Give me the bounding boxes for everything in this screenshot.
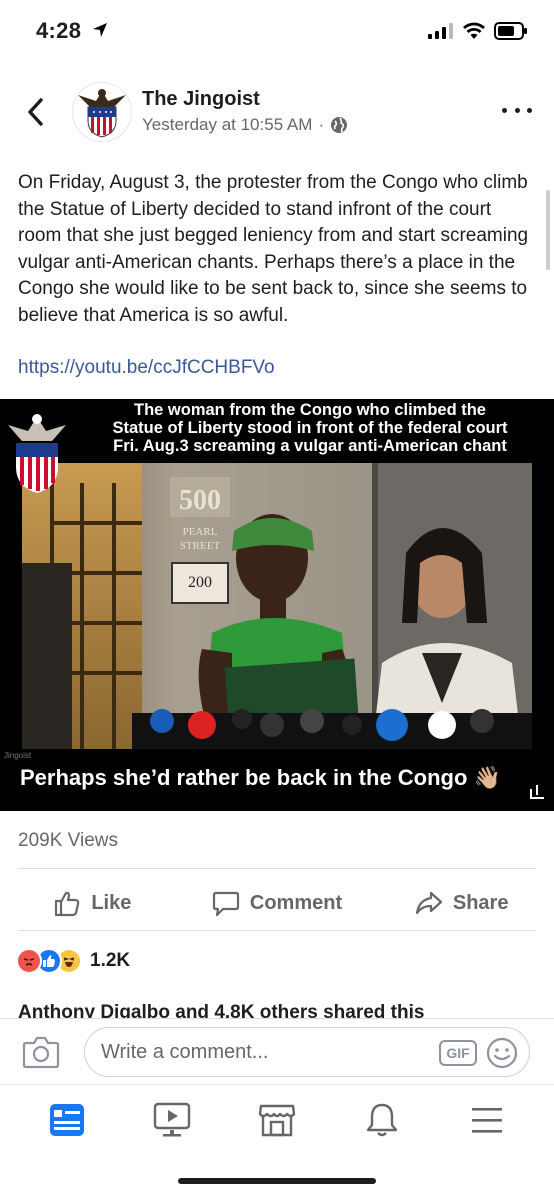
more-dot [527, 107, 532, 113]
home-indicator[interactable] [178, 1178, 376, 1184]
reaction-count: 1.2K [90, 950, 131, 971]
divider [18, 930, 536, 931]
laughing-face-glyph [63, 957, 75, 967]
view-count: 209K Views [18, 830, 118, 851]
address-number-sign: 200 [188, 574, 212, 591]
post-body-text: On Friday, August 3, the protester from … [18, 172, 529, 326]
comment-label: Comment [249, 891, 343, 914]
video-caption-bottom: Perhaps she’d rather be back in the Cong… [20, 765, 501, 790]
scroll-indicator[interactable] [546, 190, 550, 270]
chevron-left-icon [28, 98, 43, 126]
status-bar: 4:28 [0, 0, 554, 70]
like-label: Like [91, 891, 132, 914]
street-sign-line-1: PEARL [183, 526, 218, 538]
comment-placeholder: Write a comment... [101, 1041, 269, 1063]
marketplace-shop-icon [258, 1104, 296, 1136]
video-frame: 500 PEARL STREET 200 [22, 463, 532, 749]
comment-bubble-icon [212, 891, 239, 917]
expand-icon[interactable] [530, 785, 544, 799]
post-meta: Yesterday at 10:55 AM · [142, 115, 348, 135]
angry-reaction-icon [16, 948, 42, 974]
bell-icon [366, 1103, 398, 1136]
news-feed-icon [49, 1103, 84, 1136]
comment-button[interactable]: Comment [185, 880, 370, 926]
battery-icon [494, 22, 527, 40]
more-dot [514, 107, 520, 113]
divider [18, 868, 536, 869]
signal-icon [428, 23, 453, 39]
post-link[interactable]: https://youtu.be/ccJfCCHBFVo [18, 357, 275, 379]
comment-input[interactable]: Write a comment... GIF [84, 1027, 530, 1077]
meta-separator: · [318, 115, 325, 134]
page-name[interactable]: The Jingoist [142, 88, 260, 111]
status-time: 4:28 [36, 18, 108, 44]
like-button[interactable]: Like [0, 880, 185, 926]
share-arrow-icon [415, 891, 442, 915]
eagle-shield-logo-icon [78, 89, 126, 138]
tab-watch[interactable] [142, 1090, 202, 1150]
thumbs-up-glyph [43, 955, 55, 967]
share-label: Share [452, 891, 509, 914]
street-sign-line-2: STREET [180, 540, 221, 552]
video-caption-line: Statue of Liberty stood in front of the … [112, 419, 508, 437]
building-number-sign: 500 [179, 485, 221, 516]
location-arrow-icon [92, 23, 107, 37]
video-scene-illustration: 500 PEARL STREET 200 [22, 463, 532, 749]
reactions-summary[interactable]: 1.2K [16, 946, 130, 976]
post-actions: Like Comment Share [0, 880, 554, 926]
more-dot [502, 107, 507, 113]
status-icons [428, 22, 528, 40]
camera-icon[interactable] [22, 1033, 60, 1071]
shared-by-text[interactable]: Anthony Digalbo and 4.8K others shared t… [18, 1000, 424, 1018]
globe-icon [331, 117, 348, 133]
video-caption-line: Fri. Aug.3 screaming a vulgar anti-Ameri… [113, 437, 507, 455]
comment-bar: Write a comment... GIF [0, 1018, 554, 1084]
post-timestamp[interactable]: Yesterday at 10:55 AM [142, 115, 312, 135]
video-player[interactable]: The woman from the Congo who climbed the… [0, 399, 554, 811]
video-caption-line: The woman from the Congo who climbed the [133, 401, 486, 419]
video-logo-icon [8, 414, 66, 493]
tab-menu[interactable] [457, 1090, 517, 1150]
post-header: The Jingoist Yesterday at 10:55 AM · [0, 80, 554, 144]
angry-face-glyph [23, 958, 35, 966]
video-watermark: Jingoist [4, 751, 32, 760]
bottom-tab-bar [0, 1084, 554, 1154]
tab-marketplace[interactable] [247, 1090, 307, 1150]
status-time-label: 4:28 [36, 18, 82, 43]
emoji-icon[interactable] [485, 1036, 519, 1070]
gif-button[interactable]: GIF [439, 1040, 477, 1066]
tab-news-feed[interactable] [37, 1090, 97, 1150]
wifi-icon [463, 22, 485, 39]
tab-notifications[interactable] [352, 1090, 412, 1150]
watch-video-icon [153, 1102, 190, 1136]
share-button[interactable]: Share [369, 880, 554, 926]
page-avatar[interactable] [72, 82, 132, 142]
thumbs-up-icon [55, 891, 80, 917]
hamburger-menu-icon [472, 1107, 503, 1133]
video-caption-top: The woman from the Congo who climbed the… [70, 401, 550, 455]
back-button[interactable] [20, 94, 50, 130]
more-options-button[interactable] [502, 100, 532, 120]
